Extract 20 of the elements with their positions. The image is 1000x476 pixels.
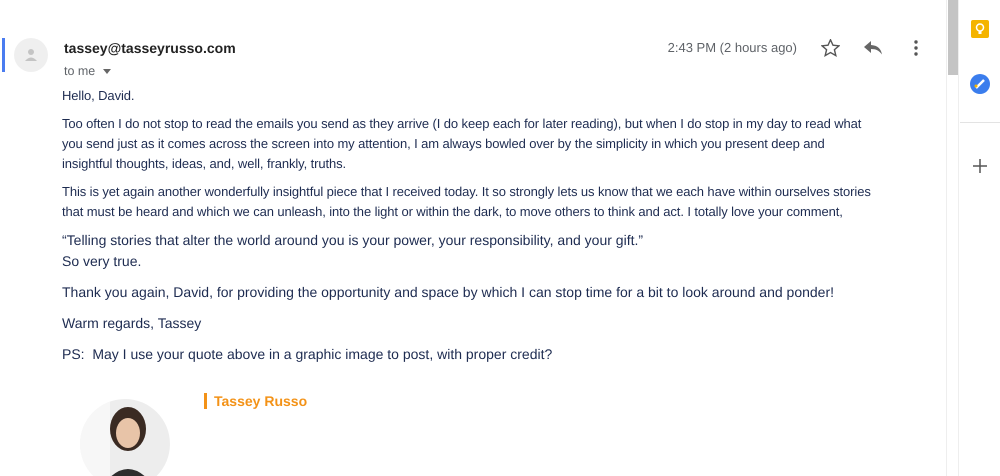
- body-text: “Telling stories that alter the world around you is your power, your responsibility, and your gift.”: [62, 231, 644, 250]
- body-text: This is yet again another wonderfully insightful piece that I received today. It so strongly lets us know that we each have within ourselves stories that must be heard and which we can unleash, into the light or within the dark, to move others to think and act. I totally love your comment,: [62, 183, 872, 221]
- add-icon[interactable]: [972, 159, 986, 173]
- body-text: Thank you again, David, for providing the opportunity and space by which I can stop time for a bit to look around and ponder!: [62, 283, 836, 302]
- body-text: Hello, David.: [62, 87, 136, 105]
- timestamp: 2:43 PM (2 hours ago): [668, 39, 797, 57]
- signature-name: Tassey Russo: [204, 393, 308, 409]
- body-text: So very true.: [62, 252, 142, 271]
- sender-email: tassey@tasseyrusso.com: [64, 39, 236, 58]
- body-text: Too often I do not stop to read the emails you send as they arrive (I do keep each for later reading), but when I do stop in my day to read what you send just as it comes across the screen into my attention, I am always bowled over by the simplicity in which you present deep and insightful thoughts, ideas, and, well, frankly, truths.: [62, 115, 862, 173]
- reply-icon[interactable]: [864, 40, 882, 55]
- recipient-dropdown[interactable]: to me: [64, 63, 112, 79]
- avatar-icon: [14, 38, 48, 72]
- caret-icon: [103, 68, 112, 74]
- star-icon[interactable]: [821, 38, 840, 57]
- scrollbar-thumb[interactable]: [948, 0, 958, 75]
- body-text: Warm regards, Tassey: [62, 314, 202, 333]
- body-text: PS: May I use your quote above in a graphic image to post, with proper credit?: [62, 345, 554, 364]
- tasks-icon[interactable]: [970, 74, 990, 94]
- more-options-icon[interactable]: [914, 40, 918, 56]
